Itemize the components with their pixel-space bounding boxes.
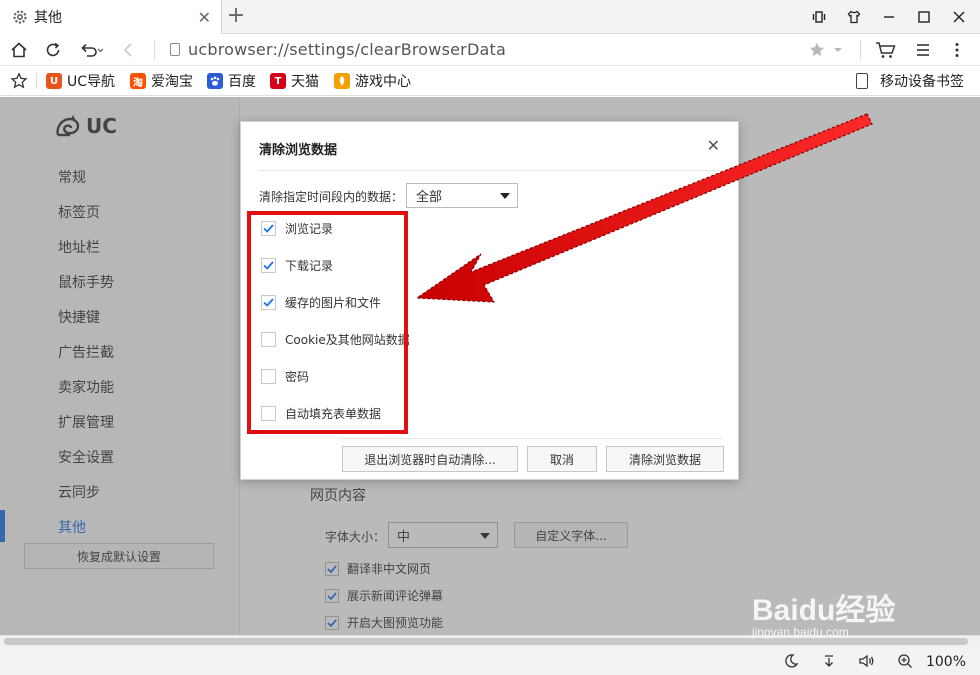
star-bookmark-icon[interactable] [806,39,828,61]
home-icon[interactable] [8,39,30,61]
zoom-in-icon[interactable] [896,653,914,669]
tab-title: 其他 [34,10,62,26]
watermark-url: jingyan.baidu.com [752,625,849,639]
bookmark-label: UC导航 [67,74,116,90]
minimize-icon[interactable] [878,6,900,28]
bookmark-uc-nav[interactable]: U UC导航 [46,71,115,91]
bookmark-divider [36,73,37,89]
bookmarks-bar: U UC导航 淘 爱淘宝 百度 T 天猫 游戏中心 移动设备书签 [0,66,980,96]
taobao-icon: 淘 [130,73,146,89]
dialog-close-icon[interactable]: ✕ [707,136,720,155]
more-icon[interactable] [946,39,968,61]
game-center-icon [334,73,350,89]
maximize-icon[interactable] [913,6,935,28]
tab-close-icon[interactable]: ✕ [198,8,211,27]
dialog-bottom-divider [341,438,722,439]
cancel-button[interactable]: 取消 [527,446,597,472]
new-tab-button[interactable]: + [226,4,246,28]
mobile-device-icon [856,73,868,89]
bookmark-label: 天猫 [291,74,319,90]
annotation-highlight-box [247,211,408,434]
tab-settings-other[interactable]: 其他 ✕ [0,0,222,34]
auto-clear-on-exit-button[interactable]: 退出浏览器时自动清除... [342,446,518,472]
time-range-value: 全部 [416,190,443,205]
baidu-paw-icon [207,73,223,89]
bookmark-game-center[interactable]: 游戏中心 [334,71,411,91]
scrollbar-thumb[interactable] [4,638,968,645]
clear-browsing-data-button[interactable]: 清除浏览数据 [606,446,724,472]
mobile-bookmarks-label: 移动设备书签 [880,74,964,90]
time-range-select[interactable]: 全部 [406,183,518,208]
volume-icon[interactable] [858,653,876,669]
baidu-jingyan-watermark: Baidu经验 [752,594,896,627]
bookmark-label: 游戏中心 [355,74,411,90]
bookmark-label: 百度 [228,74,256,90]
bookmark-baidu[interactable]: 百度 [207,71,256,91]
dialog-title: 清除浏览数据 [259,143,338,158]
skin-shirt-icon[interactable] [843,6,865,28]
zoom-level[interactable]: 100% [926,654,966,670]
mobile-bookmarks[interactable]: 移动设备书签 [856,71,964,91]
time-range-label: 清除指定时间段内的数据： [259,190,404,204]
forward-icon[interactable] [118,39,140,61]
refresh-icon[interactable] [42,39,64,61]
page-icon [170,43,180,56]
address-bar: ucbrowser://settings/clearBrowserData [0,34,980,66]
cart-icon[interactable] [874,39,898,61]
url-field[interactable]: ucbrowser://settings/clearBrowserData [188,40,506,59]
status-bar: 100% [0,647,980,675]
back-dropdown-icon[interactable] [78,39,106,61]
menu-icon[interactable] [912,39,934,61]
bookmark-label: 爱淘宝 [151,74,193,90]
uc-nav-icon: U [46,73,62,89]
bookmark-star-icon[interactable] [8,70,30,92]
download-icon[interactable] [820,653,838,669]
night-mode-icon[interactable] [782,653,800,669]
chevron-down-icon [500,193,510,199]
address-divider [154,40,155,60]
sidebar-toggle-icon[interactable] [808,6,830,28]
gear-icon [12,9,28,25]
bookmark-taobao[interactable]: 淘 爱淘宝 [130,71,193,91]
star-dropdown-icon[interactable] [830,39,846,61]
title-bar: 其他 ✕ + [0,0,980,34]
toolbar-divider [860,40,861,60]
dialog-divider [259,170,722,171]
tmall-icon: T [270,73,286,89]
bookmark-tmall[interactable]: T 天猫 [270,71,319,91]
window-close-icon[interactable] [948,6,970,28]
